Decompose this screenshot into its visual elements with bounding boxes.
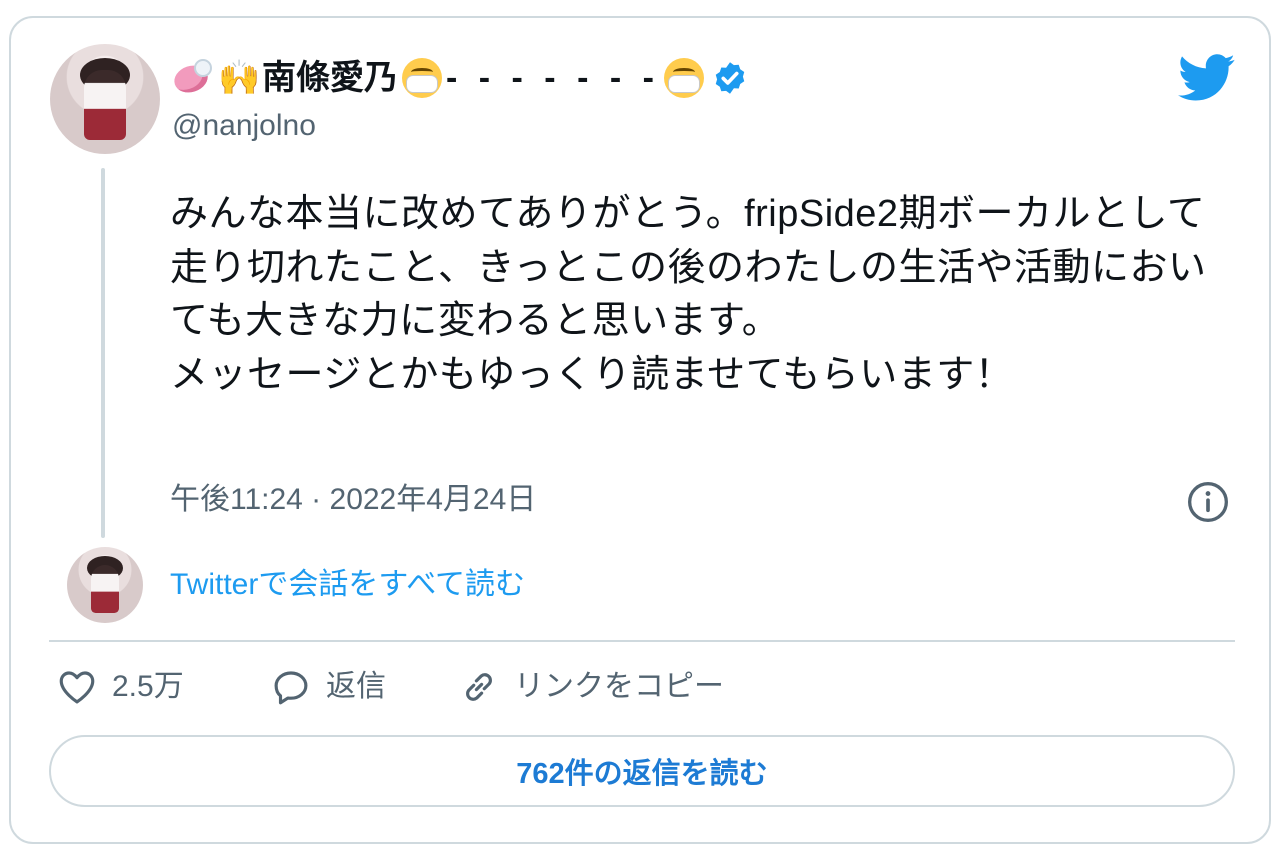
speech-bubble-icon <box>274 671 308 705</box>
author-name-row[interactable]: 南條愛乃 - - - - - - - <box>172 54 748 102</box>
heart-icon <box>59 671 95 704</box>
soap-icon <box>172 58 214 98</box>
twitter-bird-icon[interactable] <box>1178 54 1236 102</box>
raising-hands-icon <box>218 58 260 98</box>
verified-badge-icon <box>715 62 745 94</box>
user-handle[interactable]: @nanjolno <box>172 106 316 146</box>
like-button[interactable]: 2.5万 <box>56 662 184 712</box>
avatar-small[interactable] <box>67 547 143 623</box>
mask-face-icon <box>402 58 442 98</box>
link-chain-icon <box>466 673 492 701</box>
copy-link-label: リンクをコピー <box>514 670 724 703</box>
reply-label: 返信 <box>326 670 386 703</box>
tweet-timestamp[interactable]: 午後11:24 · 2022年4月24日 <box>170 478 536 522</box>
read-conversation-link[interactable]: Twitterで会話をすべて読む <box>170 563 525 607</box>
tweet-text: みんな本当に改めてありがとう。fripSide2期ボーカルとして走り切れたこと、… <box>170 193 1207 396</box>
info-icon[interactable] <box>1186 480 1230 524</box>
name-dashes: - - - - - - - <box>446 59 660 97</box>
avatar[interactable] <box>50 44 160 154</box>
divider <box>49 640 1235 642</box>
thread-line <box>101 168 105 538</box>
reply-button[interactable]: 返信 <box>270 662 386 712</box>
display-name[interactable]: 南條愛乃 <box>262 54 398 102</box>
like-count: 2.5万 <box>112 670 184 703</box>
copy-link-button[interactable]: リンクをコピー <box>458 662 724 712</box>
read-replies-button[interactable]: 762件の返信を読む <box>49 735 1235 807</box>
mask-face-icon <box>663 58 704 98</box>
